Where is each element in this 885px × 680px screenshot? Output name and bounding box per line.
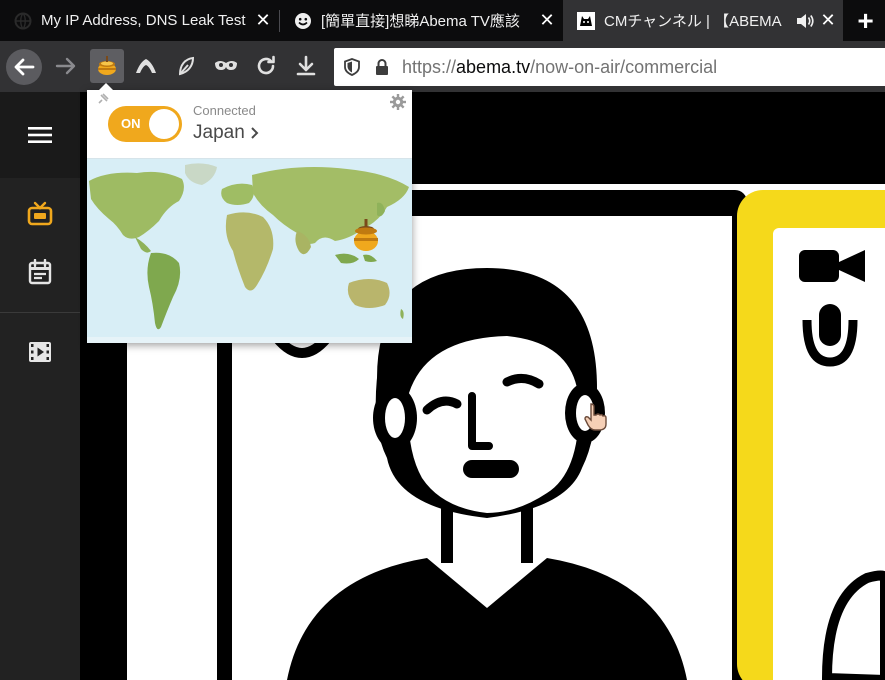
vpn-popup: ON Connected Japan — [87, 90, 412, 343]
shield-icon[interactable] — [340, 55, 364, 79]
tab-strip: My IP Address, DNS Leak Test ✕ [簡單直接]想睇A… — [0, 0, 885, 41]
browser-window: My IP Address, DNS Leak Test ✕ [簡單直接]想睇A… — [0, 0, 885, 680]
tv-icon — [27, 201, 53, 226]
toggle-knob — [149, 109, 179, 139]
close-tab-icon[interactable]: ✕ — [536, 10, 558, 31]
mask-extension-button[interactable] — [210, 49, 242, 83]
back-button[interactable] — [6, 49, 42, 85]
close-tab-icon[interactable]: ✕ — [252, 10, 274, 31]
popup-arrow — [98, 83, 114, 91]
hamburger-menu-icon — [28, 127, 52, 143]
lock-icon[interactable] — [370, 55, 394, 79]
leaf-extension-button[interactable] — [170, 49, 202, 83]
gear-icon[interactable] — [390, 94, 406, 110]
vpn-extension-button[interactable] — [90, 49, 124, 83]
connection-status: Connected — [193, 103, 256, 118]
sidebar — [0, 92, 80, 680]
honey-pot-location-marker[interactable] — [351, 219, 381, 253]
sidebar-divider — [0, 312, 80, 313]
country-selector[interactable]: Japan — [193, 122, 259, 144]
url-path: /now-on-air/commercial — [530, 56, 718, 77]
nav-toolbar: https://abema.tv/now-on-air/commercial — [0, 41, 885, 92]
arrow-right-icon — [55, 57, 76, 75]
pin-icon[interactable] — [96, 92, 110, 106]
hand-cursor-icon — [584, 403, 607, 431]
url-bar[interactable]: https://abema.tv/now-on-air/commercial — [334, 48, 885, 86]
arrow-left-icon — [14, 58, 35, 76]
calendar-icon — [28, 259, 52, 285]
tab-title: CMチャンネル | 【ABEMA — [604, 13, 782, 30]
url-host: abema.tv — [456, 56, 531, 77]
mountain-icon — [136, 59, 156, 73]
reload-button[interactable] — [250, 49, 282, 83]
vpn-toggle[interactable]: ON — [108, 106, 182, 142]
abema-icon — [577, 11, 595, 30]
honey-pot-icon — [98, 56, 116, 75]
tab-title: My IP Address, DNS Leak Test — [41, 12, 246, 29]
reload-icon — [257, 55, 275, 75]
film-icon — [29, 342, 51, 362]
globe-icon — [14, 12, 32, 30]
tab-ip-leak-test[interactable]: My IP Address, DNS Leak Test ✕ — [0, 0, 278, 41]
url-scheme: https:// — [402, 56, 457, 77]
sidebar-item-schedule[interactable] — [20, 252, 60, 292]
vpn-toggle-label: ON — [121, 116, 141, 131]
vpn-popup-header: ON Connected Japan — [87, 90, 412, 158]
menu-button[interactable] — [0, 92, 80, 178]
sidebar-item-tv[interactable] — [20, 194, 60, 234]
new-tab-button[interactable]: + — [846, 0, 885, 41]
download-icon — [296, 55, 316, 76]
downloads-button[interactable] — [290, 49, 322, 83]
sidebar-item-videos[interactable] — [20, 332, 60, 372]
smiley-icon — [294, 12, 312, 30]
forward-button[interactable] — [50, 49, 82, 83]
chevron-right-icon — [250, 126, 259, 140]
tab-abema-cm-channel[interactable]: CMチャンネル | 【ABEMA ✕ — [563, 0, 843, 41]
mountain-extension-button[interactable] — [130, 49, 162, 83]
tab-abema-guide[interactable]: [簡單直接]想睇Abema TV應該 ✕ — [280, 0, 562, 41]
url-text[interactable]: https://abema.tv/now-on-air/commercial — [402, 57, 717, 78]
country-name: Japan — [193, 122, 245, 143]
close-tab-icon[interactable]: ✕ — [817, 10, 839, 31]
speaker-icon[interactable] — [795, 13, 815, 29]
tab-title: [簡單直接]想睇Abema TV應該 — [321, 13, 520, 30]
world-map[interactable] — [87, 158, 412, 343]
mask-icon — [215, 61, 237, 70]
leaf-icon — [178, 56, 195, 76]
